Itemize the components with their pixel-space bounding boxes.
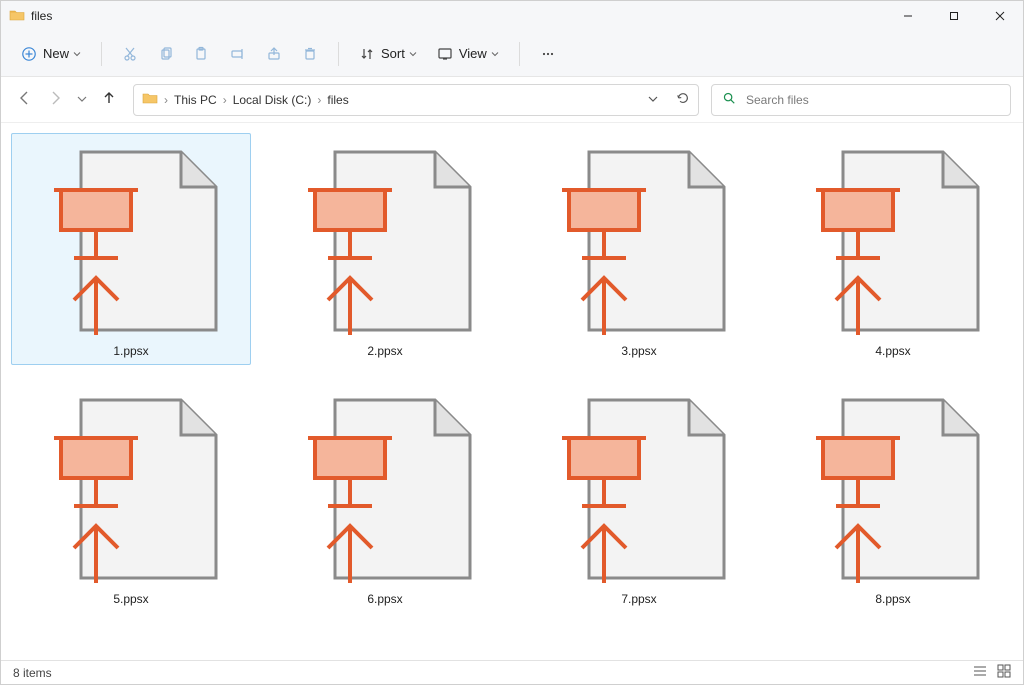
new-label: New [43,46,69,61]
navigation-row: › This PC › Local Disk (C:) › files [1,77,1023,123]
thumbnails-view-button[interactable] [997,664,1011,681]
close-button[interactable] [977,1,1023,31]
file-label: 1.ppsx [113,344,148,358]
address-dropdown[interactable] [648,93,658,107]
crumb-this-pc[interactable]: This PC [174,93,217,107]
ppsx-file-icon [788,388,998,588]
recent-dropdown[interactable] [77,93,87,107]
address-bar[interactable]: › This PC › Local Disk (C:) › files [133,84,699,116]
rename-button[interactable] [222,38,254,70]
new-button[interactable]: New [13,38,89,70]
chevron-down-icon [491,50,499,58]
ppsx-file-icon [280,388,490,588]
folder-icon [142,90,158,109]
status-bar: 8 items [1,660,1023,684]
view-label: View [459,46,487,61]
chevron-right-icon: › [223,93,227,107]
ppsx-file-icon [26,388,236,588]
file-item[interactable]: 1.ppsx [11,133,251,365]
share-button[interactable] [258,38,290,70]
crumb-files[interactable]: files [327,93,348,107]
details-view-button[interactable] [973,664,987,681]
forward-button[interactable] [47,90,63,109]
sort-button[interactable]: Sort [351,38,425,70]
separator [101,42,102,66]
file-label: 7.ppsx [621,592,656,606]
cut-button[interactable] [114,38,146,70]
chevron-right-icon: › [317,93,321,107]
titlebar: files [1,1,1023,31]
file-item[interactable]: 4.ppsx [773,133,1013,365]
search-input[interactable] [744,92,1000,108]
ppsx-file-icon [280,140,490,340]
view-button[interactable]: View [429,38,507,70]
file-label: 2.ppsx [367,344,402,358]
ppsx-file-icon [26,140,236,340]
explorer-window: files New [0,0,1024,685]
file-label: 5.ppsx [113,592,148,606]
ppsx-file-icon [534,388,744,588]
chevron-down-icon [409,50,417,58]
sort-label: Sort [381,46,405,61]
copy-button[interactable] [150,38,182,70]
minimize-button[interactable] [885,1,931,31]
file-grid: 1.ppsx 2.ppsx 3.ppsx 4.ppsx [11,133,1013,613]
up-button[interactable] [101,90,117,109]
window-title: files [31,9,52,23]
file-item[interactable]: 5.ppsx [11,381,251,613]
file-label: 8.ppsx [875,592,910,606]
toolbar: New Sort View [1,31,1023,77]
separator [519,42,520,66]
file-item[interactable]: 6.ppsx [265,381,505,613]
chevron-right-icon: › [164,93,168,107]
breadcrumb: This PC › Local Disk (C:) › files [174,93,642,107]
file-item[interactable]: 2.ppsx [265,133,505,365]
file-label: 6.ppsx [367,592,402,606]
file-item[interactable]: 3.ppsx [519,133,759,365]
file-label: 4.ppsx [875,344,910,358]
delete-button[interactable] [294,38,326,70]
back-button[interactable] [17,90,33,109]
folder-icon [9,7,25,26]
item-count: 8 items [13,666,52,680]
paste-button[interactable] [186,38,218,70]
file-label: 3.ppsx [621,344,656,358]
content-area: 1.ppsx 2.ppsx 3.ppsx 4.ppsx [1,123,1023,660]
separator [338,42,339,66]
refresh-button[interactable] [676,91,690,108]
more-button[interactable] [532,38,564,70]
window-controls [885,1,1023,31]
file-item[interactable]: 7.ppsx [519,381,759,613]
ppsx-file-icon [788,140,998,340]
ppsx-file-icon [534,140,744,340]
search-icon [722,91,736,108]
search-box[interactable] [711,84,1011,116]
chevron-down-icon [73,50,81,58]
file-item[interactable]: 8.ppsx [773,381,1013,613]
crumb-local-disk[interactable]: Local Disk (C:) [233,93,312,107]
maximize-button[interactable] [931,1,977,31]
